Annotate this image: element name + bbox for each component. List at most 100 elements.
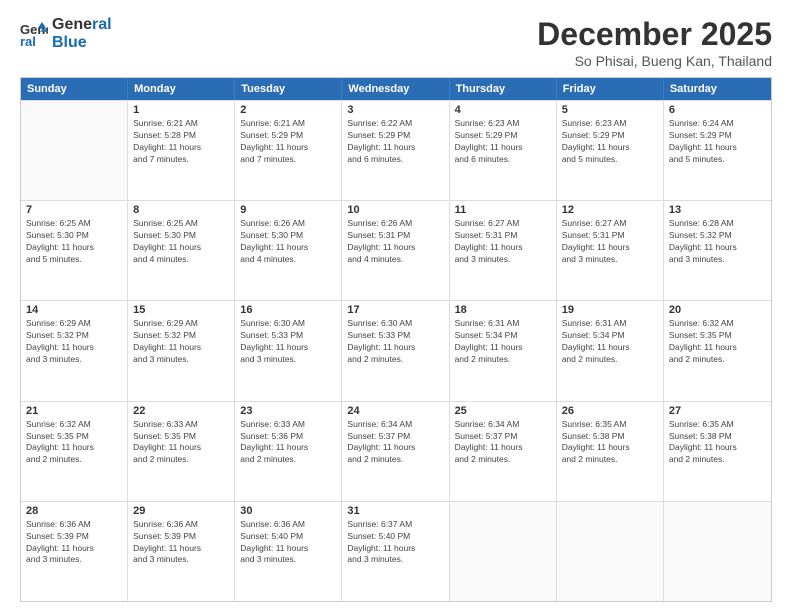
day-number: 1 — [133, 104, 229, 116]
day-number: 17 — [347, 304, 443, 316]
day-number: 31 — [347, 505, 443, 517]
cal-cell: 22Sunrise: 6:33 AM Sunset: 5:35 PM Dayli… — [128, 402, 235, 501]
day-info: Sunrise: 6:27 AM Sunset: 5:31 PM Dayligh… — [455, 218, 551, 266]
day-info: Sunrise: 6:27 AM Sunset: 5:31 PM Dayligh… — [562, 218, 658, 266]
cal-cell: 1 Sunrise: 6:21 AM Sunset: 5:28 PM Daylig… — [128, 101, 235, 200]
day-number: 6 — [669, 104, 766, 116]
day-info: Sunrise: 6:36 AM Sunset: 5:39 PM Dayligh… — [133, 519, 229, 567]
day-number: 3 — [347, 104, 443, 116]
cal-cell: 18Sunrise: 6:31 AM Sunset: 5:34 PM Dayli… — [450, 301, 557, 400]
day-number: 13 — [669, 204, 766, 216]
header-day-tuesday: Tuesday — [235, 78, 342, 100]
day-number: 8 — [133, 204, 229, 216]
day-info: Sunrise: 6:25 AM Sunset: 5:30 PM Dayligh… — [26, 218, 122, 266]
cal-cell: 14Sunrise: 6:29 AM Sunset: 5:32 PM Dayli… — [21, 301, 128, 400]
cal-cell — [557, 502, 664, 601]
day-number: 20 — [669, 304, 766, 316]
calendar-row-3: 21 Sunrise: 6:32 AM Sunset: 5:35 PM Dayli… — [21, 401, 771, 501]
day-info: Sunrise: 6:26 AM Sunset: 5:31 PM Dayligh… — [347, 218, 443, 266]
calendar: SundayMondayTuesdayWednesdayThursdayFrid… — [20, 77, 772, 602]
day-number: 21 — [26, 405, 122, 417]
header-day-monday: Monday — [128, 78, 235, 100]
cal-cell: 16 Sunrise: 6:30 AM Sunset: 5:33 PM Dayli… — [235, 301, 342, 400]
cal-cell — [664, 502, 771, 601]
cal-cell: 23 Sunrise: 6:33 AM Sunset: 5:36 PM Dayli… — [235, 402, 342, 501]
header-day-saturday: Saturday — [664, 78, 771, 100]
day-number: 23 — [240, 405, 336, 417]
day-info: Sunrise: 6:30 AM Sunset: 5:33 PM Dayligh… — [347, 318, 443, 366]
cal-cell: 24Sunrise: 6:34 AM Sunset: 5:37 PM Dayli… — [342, 402, 449, 501]
day-info: Sunrise: 6:24 AM Sunset: 5:29 PM Dayligh… — [669, 118, 766, 166]
day-number: 27 — [669, 405, 766, 417]
calendar-header: SundayMondayTuesdayWednesdayThursdayFrid… — [21, 78, 771, 100]
day-info: Sunrise: 6:33 AM Sunset: 5:36 PM Dayligh… — [240, 419, 336, 467]
day-info: Sunrise: 6:31 AM Sunset: 5:34 PM Dayligh… — [562, 318, 658, 366]
calendar-row-1: 7Sunrise: 6:25 AM Sunset: 5:30 PM Daylig… — [21, 200, 771, 300]
location-subtitle: So Phisai, Bueng Kan, Thailand — [537, 53, 772, 69]
cal-cell — [21, 101, 128, 200]
cal-cell: 4Sunrise: 6:23 AM Sunset: 5:29 PM Daylig… — [450, 101, 557, 200]
day-info: Sunrise: 6:22 AM Sunset: 5:29 PM Dayligh… — [347, 118, 443, 166]
day-info: Sunrise: 6:36 AM Sunset: 5:39 PM Dayligh… — [26, 519, 122, 567]
cal-cell: 20 Sunrise: 6:32 AM Sunset: 5:35 PM Dayli… — [664, 301, 771, 400]
day-info: Sunrise: 6:37 AM Sunset: 5:40 PM Dayligh… — [347, 519, 443, 567]
calendar-row-0: 1 Sunrise: 6:21 AM Sunset: 5:28 PM Daylig… — [21, 100, 771, 200]
day-info: Sunrise: 6:23 AM Sunset: 5:29 PM Dayligh… — [562, 118, 658, 166]
logo-text-line2: Blue — [52, 34, 112, 52]
day-number: 28 — [26, 505, 122, 517]
cal-cell: 26Sunrise: 6:35 AM Sunset: 5:38 PM Dayli… — [557, 402, 664, 501]
day-info: Sunrise: 6:21 AM Sunset: 5:28 PM Dayligh… — [133, 118, 229, 166]
day-number: 22 — [133, 405, 229, 417]
day-info: Sunrise: 6:32 AM Sunset: 5:35 PM Dayligh… — [26, 419, 122, 467]
month-title: December 2025 — [537, 16, 772, 53]
cal-cell: 2Sunrise: 6:21 AM Sunset: 5:29 PM Daylig… — [235, 101, 342, 200]
cal-cell: 5 Sunrise: 6:23 AM Sunset: 5:29 PM Daylig… — [557, 101, 664, 200]
cal-cell: 13Sunrise: 6:28 AM Sunset: 5:32 PM Dayli… — [664, 201, 771, 300]
header: Gene ral General Blue December 2025 So P… — [20, 16, 772, 69]
day-number: 12 — [562, 204, 658, 216]
day-info: Sunrise: 6:23 AM Sunset: 5:29 PM Dayligh… — [455, 118, 551, 166]
day-info: Sunrise: 6:35 AM Sunset: 5:38 PM Dayligh… — [562, 419, 658, 467]
day-info: Sunrise: 6:34 AM Sunset: 5:37 PM Dayligh… — [455, 419, 551, 467]
day-number: 10 — [347, 204, 443, 216]
cal-cell: 15 Sunrise: 6:29 AM Sunset: 5:32 PM Dayli… — [128, 301, 235, 400]
cal-cell: 8 Sunrise: 6:25 AM Sunset: 5:30 PM Daylig… — [128, 201, 235, 300]
calendar-page: Gene ral General Blue December 2025 So P… — [0, 0, 792, 612]
cal-cell: 9Sunrise: 6:26 AM Sunset: 5:30 PM Daylig… — [235, 201, 342, 300]
cal-cell: 3 Sunrise: 6:22 AM Sunset: 5:29 PM Daylig… — [342, 101, 449, 200]
day-number: 19 — [562, 304, 658, 316]
header-day-wednesday: Wednesday — [342, 78, 449, 100]
cal-cell: 21 Sunrise: 6:32 AM Sunset: 5:35 PM Dayli… — [21, 402, 128, 501]
day-number: 2 — [240, 104, 336, 116]
day-number: 25 — [455, 405, 551, 417]
day-info: Sunrise: 6:30 AM Sunset: 5:33 PM Dayligh… — [240, 318, 336, 366]
calendar-row-2: 14Sunrise: 6:29 AM Sunset: 5:32 PM Dayli… — [21, 300, 771, 400]
title-area: December 2025 So Phisai, Bueng Kan, Thai… — [537, 16, 772, 69]
day-number: 29 — [133, 505, 229, 517]
day-info: Sunrise: 6:29 AM Sunset: 5:32 PM Dayligh… — [26, 318, 122, 366]
day-info: Sunrise: 6:35 AM Sunset: 5:38 PM Dayligh… — [669, 419, 766, 467]
day-number: 11 — [455, 204, 551, 216]
cal-cell: 17 Sunrise: 6:30 AM Sunset: 5:33 PM Dayli… — [342, 301, 449, 400]
cal-cell: 6 Sunrise: 6:24 AM Sunset: 5:29 PM Daylig… — [664, 101, 771, 200]
cal-cell: 7Sunrise: 6:25 AM Sunset: 5:30 PM Daylig… — [21, 201, 128, 300]
day-info: Sunrise: 6:29 AM Sunset: 5:32 PM Dayligh… — [133, 318, 229, 366]
header-day-sunday: Sunday — [21, 78, 128, 100]
header-day-friday: Friday — [557, 78, 664, 100]
day-number: 9 — [240, 204, 336, 216]
day-info: Sunrise: 6:36 AM Sunset: 5:40 PM Dayligh… — [240, 519, 336, 567]
day-number: 30 — [240, 505, 336, 517]
cal-cell: 30 Sunrise: 6:36 AM Sunset: 5:40 PM Dayli… — [235, 502, 342, 601]
day-info: Sunrise: 6:32 AM Sunset: 5:35 PM Dayligh… — [669, 318, 766, 366]
calendar-body: 1 Sunrise: 6:21 AM Sunset: 5:28 PM Daylig… — [21, 100, 771, 601]
svg-text:ral: ral — [20, 34, 36, 48]
cal-cell: 27 Sunrise: 6:35 AM Sunset: 5:38 PM Dayli… — [664, 402, 771, 501]
day-info: Sunrise: 6:25 AM Sunset: 5:30 PM Dayligh… — [133, 218, 229, 266]
day-number: 15 — [133, 304, 229, 316]
logo-text-line1: General — [52, 16, 112, 34]
day-number: 16 — [240, 304, 336, 316]
day-number: 5 — [562, 104, 658, 116]
cal-cell: 10 Sunrise: 6:26 AM Sunset: 5:31 PM Dayli… — [342, 201, 449, 300]
cal-cell — [450, 502, 557, 601]
cal-cell: 29 Sunrise: 6:36 AM Sunset: 5:39 PM Dayli… — [128, 502, 235, 601]
